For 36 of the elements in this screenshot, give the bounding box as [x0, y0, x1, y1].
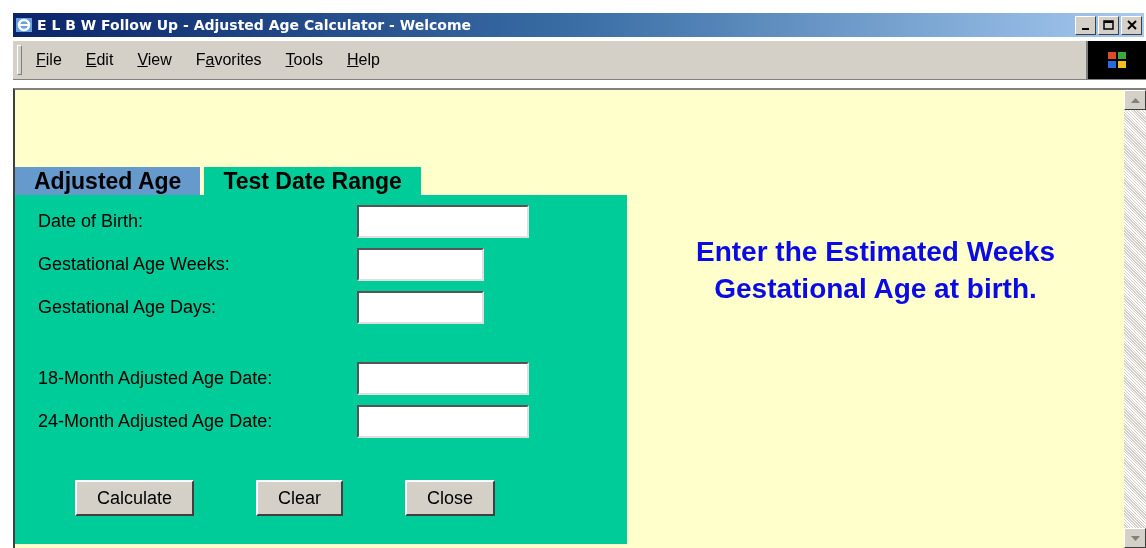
field-label: 18-Month Adjusted Age Date:: [38, 368, 274, 389]
field-label: Gestational Age Weeks:: [38, 254, 231, 275]
window-title: E L B W Follow Up - Adjusted Age Calculator - Welcome: [37, 17, 472, 33]
form-button[interactable]: Close: [405, 480, 496, 516]
close-icon: [1126, 20, 1137, 30]
flag-icon: [1106, 49, 1128, 71]
menu-item[interactable]: View: [137, 51, 172, 69]
field-label: Date of Birth:: [38, 211, 145, 232]
input-field[interactable]: [357, 405, 529, 438]
menu-item[interactable]: Edit: [85, 51, 114, 69]
input-field[interactable]: [357, 362, 529, 395]
form-button[interactable]: Clear: [256, 480, 344, 516]
input-field[interactable]: [357, 291, 484, 324]
up-arrow-icon: [1130, 97, 1140, 103]
tab[interactable]: Adjusted Age: [15, 167, 201, 195]
browser-icon: [15, 16, 33, 34]
field-label: 24-Month Adjusted Age Date:: [38, 411, 274, 432]
input-field[interactable]: [357, 248, 484, 281]
menu-item[interactable]: File: [36, 51, 62, 69]
form-button[interactable]: Calculate: [75, 480, 195, 516]
input-field[interactable]: [357, 205, 529, 238]
close-button[interactable]: [1121, 15, 1142, 35]
maximize-button[interactable]: [1098, 15, 1119, 35]
field-label: Gestational Age Days:: [38, 297, 218, 318]
menu-item[interactable]: Help: [346, 51, 380, 69]
minimize-button[interactable]: [1075, 15, 1096, 35]
minimize-icon: [1082, 28, 1089, 30]
down-arrow-icon: [1130, 535, 1140, 541]
scrollbar[interactable]: [1124, 90, 1146, 548]
scroll-up-button[interactable]: [1124, 90, 1146, 110]
instruction-text: Enter the Estimated Weeks Gestational Age at birth.: [696, 235, 1055, 306]
menu-item[interactable]: Favorites: [195, 51, 262, 69]
tab[interactable]: Test Date Range: [204, 167, 421, 195]
scroll-down-button[interactable]: [1124, 528, 1146, 548]
maximize-icon: [1103, 20, 1114, 30]
menu-item[interactable]: Tools: [285, 51, 323, 69]
